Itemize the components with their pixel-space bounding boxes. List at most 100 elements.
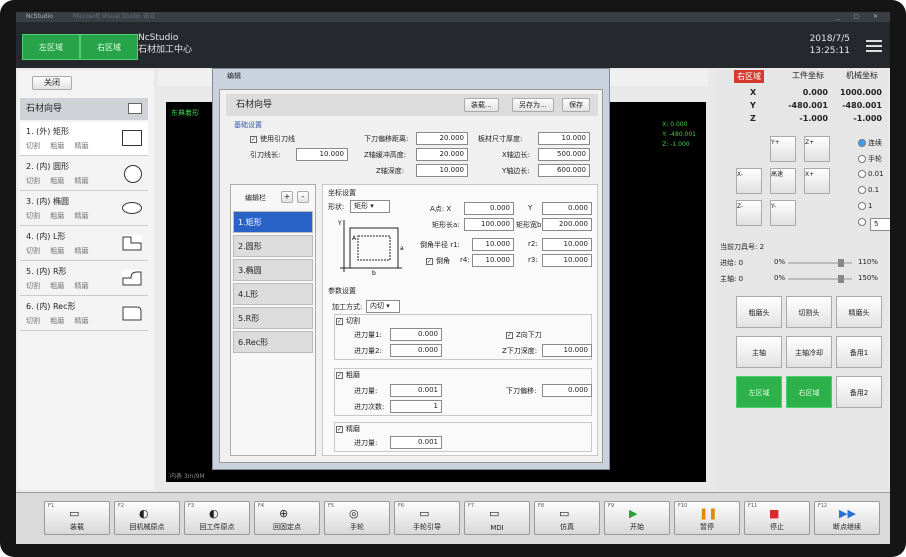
fine-checkbox[interactable]: ✓ 精磨 (336, 424, 360, 434)
mode-handwheel-radio[interactable]: 手轮 (858, 154, 882, 164)
shape-item-2[interactable]: 2. (内) 圆形 切割 粗磨 精磨 (20, 157, 148, 191)
f10-pause-button[interactable]: F10 ❚❚ 暂停 (674, 501, 740, 535)
edit-item-circle[interactable]: 2.圆形 (233, 235, 313, 257)
jog-y-plus-button[interactable]: Y+ (770, 136, 796, 162)
high-speed-button[interactable]: 高速 (770, 168, 796, 194)
save-button[interactable]: 保存 (562, 98, 590, 112)
left-area-button[interactable]: 左区域 (736, 376, 782, 408)
r2-input[interactable]: 10.000 (542, 238, 592, 251)
f2-machine-origin-button[interactable]: F2 ◐ 回机械原点 (114, 501, 180, 535)
r3-input[interactable]: 10.000 (542, 254, 592, 267)
shape-item-4[interactable]: 4. (内) L形 切割 粗磨 精磨 (20, 227, 148, 261)
r1-input[interactable]: 10.000 (472, 238, 514, 251)
axis-label: X (750, 88, 757, 97)
spindle-button[interactable]: 主轴 (736, 336, 782, 368)
rough-grind-head-button[interactable]: 粗磨头 (736, 296, 782, 328)
right-zone-button[interactable]: 右区域 (80, 34, 138, 60)
shape-item-5[interactable]: 5. (内) R形 切割 粗磨 精磨 (20, 262, 148, 296)
fine-grind-head-button[interactable]: 精磨头 (836, 296, 882, 328)
key-label: F9 (608, 503, 615, 509)
mode-0.1-radio[interactable]: 0.1 (858, 186, 879, 194)
edit-item-r[interactable]: 5.R形 (233, 307, 313, 329)
jog-x-minus-button[interactable]: X- (736, 168, 762, 194)
save-as-button[interactable]: 另存为... (512, 98, 554, 112)
right-zone-tab[interactable]: 右区域 (734, 70, 764, 83)
mode-continuous-radio[interactable]: 连续 (858, 138, 882, 148)
r4-input[interactable]: 10.000 (472, 254, 514, 267)
edit-item-rect[interactable]: 1.矩形 (233, 211, 313, 233)
lead-length-input[interactable]: 10.000 (296, 148, 348, 161)
down-off-input[interactable]: 0.000 (542, 384, 592, 397)
jog-x-plus-button[interactable]: X+ (804, 168, 830, 194)
f1-load-button[interactable]: F1 ▭ 装载 (44, 501, 110, 535)
jog-z-plus-button[interactable]: Z+ (804, 136, 830, 162)
mode-0.01-radio[interactable]: 0.01 (858, 170, 884, 178)
f8-simulate-button[interactable]: F8 ▭ 仿真 (534, 501, 600, 535)
a-x-input[interactable]: 0.000 (464, 202, 514, 215)
plate-thickness-input[interactable]: 10.000 (538, 132, 590, 145)
f4-fixed-point-button[interactable]: F4 ⊕ 回固定点 (254, 501, 320, 535)
edit-item-l[interactable]: 4.L形 (233, 283, 313, 305)
checkbox-icon: ✓ (426, 257, 433, 265)
use-lead-checkbox[interactable]: ✓ 使用引刀线 (250, 134, 295, 144)
axis-label: Y (750, 101, 756, 110)
z-down-checkbox[interactable]: ✓ Z向下刀 (506, 330, 542, 340)
close-button[interactable]: 关闭 (32, 76, 72, 90)
spare2-button[interactable]: 备用2 (836, 376, 882, 408)
edit-item-ellipse[interactable]: 3.椭圆 (233, 259, 313, 281)
z-depth-input[interactable]: 10.000 (416, 164, 468, 177)
feed1-input[interactable]: 0.000 (390, 328, 442, 341)
edit-icon[interactable] (128, 103, 142, 114)
process-select[interactable]: 内切 ▾ (366, 300, 400, 313)
f7-mdi-button[interactable]: F7 ▭ MDI (464, 501, 530, 535)
cut-checkbox[interactable]: ✓ 切割 (336, 316, 360, 326)
y-length-input[interactable]: 600.000 (538, 164, 590, 177)
pause-icon: ❚❚ (699, 507, 718, 520)
shape-select[interactable]: 矩形 ▾ (350, 200, 390, 213)
hamburger-menu-icon[interactable] (866, 40, 882, 52)
spindle-cooling-button[interactable]: 主轴冷却 (786, 336, 832, 368)
jog-y-minus-button[interactable]: Y- (770, 200, 796, 226)
down-offset-input[interactable]: 20.000 (416, 132, 468, 145)
window-controls[interactable]: _ ▢ ✕ (836, 12, 884, 22)
feed-knob[interactable] (838, 259, 844, 267)
jog-z-minus-button[interactable]: Z- (736, 200, 762, 226)
lead-length-label: 引刀线长: (250, 151, 281, 159)
shape-item-3[interactable]: 3. (内) 椭圆 切割 粗磨 精磨 (20, 192, 148, 226)
z-down-depth-input[interactable]: 10.000 (542, 344, 592, 357)
left-zone-button[interactable]: 左区域 (22, 34, 80, 60)
fkey-text: 暂停 (700, 523, 714, 531)
rect-width-input[interactable]: 200.000 (542, 218, 592, 231)
mode-1-radio[interactable]: 1 (858, 202, 872, 210)
edit-item-rec[interactable]: 6.Rec形 (233, 331, 313, 353)
spindle-knob[interactable] (838, 275, 844, 283)
add-button[interactable]: + (281, 191, 293, 203)
fine-feed-input[interactable]: 0.001 (390, 436, 442, 449)
f12-breakpoint-resume-button[interactable]: F12 ▶▶ 断点继续 (814, 501, 880, 535)
f11-stop-button[interactable]: F11 ■ 停止 (744, 501, 810, 535)
rect-length-input[interactable]: 100.000 (464, 218, 514, 231)
rough-feed-input[interactable]: 0.001 (390, 384, 442, 397)
mode-custom-radio[interactable] (858, 218, 868, 226)
shape-item-6[interactable]: 6. (内) Rec形 切割 粗磨 精磨 (20, 297, 148, 331)
step-input[interactable]: 5 (870, 218, 890, 231)
spare1-button[interactable]: 备用1 (836, 336, 882, 368)
a-y-input[interactable]: 0.000 (542, 202, 592, 215)
feed2-input[interactable]: 0.000 (390, 344, 442, 357)
feed-min: 0% (774, 258, 786, 266)
remove-button[interactable]: - (297, 191, 309, 203)
corner-checkbox[interactable]: ✓ 倒角 (426, 256, 450, 266)
rough-checkbox[interactable]: ✓ 粗磨 (336, 370, 360, 380)
load-button[interactable]: 装载... (464, 98, 499, 112)
z-safe-input[interactable]: 20.000 (416, 148, 468, 161)
x-length-input[interactable]: 500.000 (538, 148, 590, 161)
app-title-line2: 石材加工中心 (138, 45, 193, 55)
f6-handwheel-guide-button[interactable]: F6 ▭ 手轮引导 (394, 501, 460, 535)
cutting-head-button[interactable]: 切割头 (786, 296, 832, 328)
f3-work-origin-button[interactable]: F3 ◐ 回工件原点 (184, 501, 250, 535)
f9-start-button[interactable]: F9 ▶ 开始 (604, 501, 670, 535)
shape-item-1[interactable]: 1. (外) 矩形 切割 粗磨 精磨 (20, 122, 148, 156)
f5-handwheel-button[interactable]: F5 ◎ 手轮 (324, 501, 390, 535)
right-area-button[interactable]: 右区域 (786, 376, 832, 408)
passes-input[interactable]: 1 (390, 400, 442, 413)
